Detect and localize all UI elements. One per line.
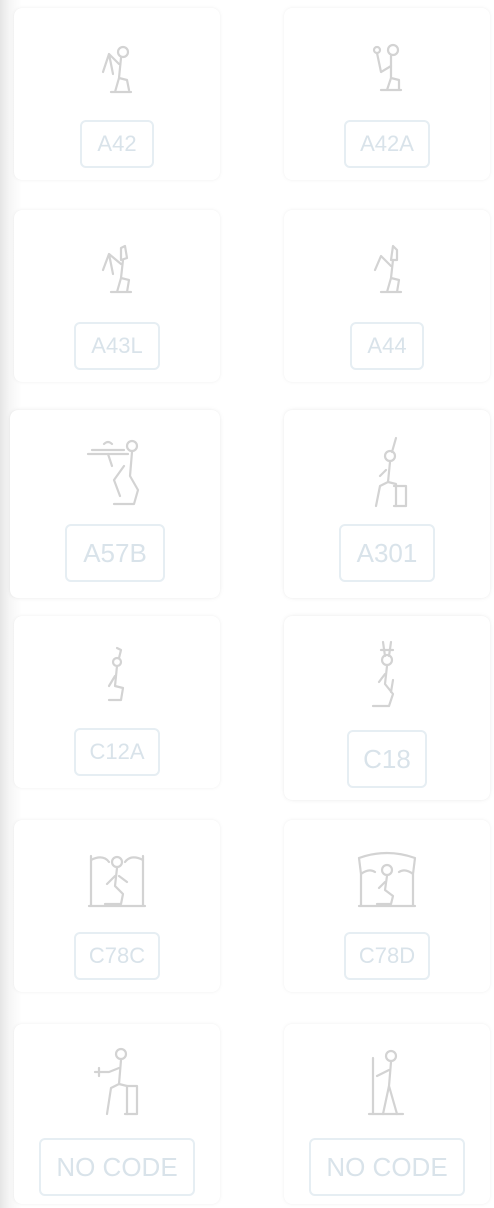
sign-card[interactable]: A44 (284, 210, 490, 382)
kneeling-deity-plumes-icon (371, 640, 395, 708)
sign-code-button[interactable]: A44 (350, 322, 424, 370)
sign-card[interactable]: C18 (284, 616, 490, 800)
sign-card[interactable]: A43L (14, 210, 220, 382)
seated-king-white-crown-icon (373, 244, 403, 294)
sign-code-button[interactable]: C78C (74, 932, 160, 980)
kneeling-offering-table-icon (86, 439, 140, 506)
sign-code-button[interactable]: A301 (339, 524, 435, 582)
seated-king-crown-left-icon (101, 244, 133, 294)
seated-man-flail-icon (101, 45, 133, 94)
sign-card[interactable]: NO CODE (14, 1024, 220, 1204)
sign-code-button[interactable]: NO CODE (309, 1138, 465, 1196)
seated-man-staff-icon (372, 43, 403, 92)
sign-card[interactable]: C78D (284, 820, 490, 992)
sign-code-button[interactable]: A43L (74, 322, 160, 370)
seated-on-throne-icon (374, 436, 408, 508)
sign-card[interactable]: A42 (14, 8, 220, 180)
sign-code-button[interactable]: A42 (80, 120, 154, 168)
sign-card[interactable]: C78C (14, 820, 220, 992)
seated-figure-holding-object-icon (93, 1047, 139, 1116)
sign-card[interactable]: A42A (284, 8, 490, 180)
sign-code-button[interactable]: A57B (65, 524, 165, 582)
sign-card[interactable]: C12A (14, 616, 220, 788)
sign-grid: A42 A42A A43L A44 A57B A301 C12A C18 C78… (0, 0, 494, 1208)
sign-code-button[interactable]: A42A (344, 120, 430, 168)
kneeling-god-between-poles-icon (87, 854, 147, 908)
sign-card[interactable]: A301 (284, 410, 490, 598)
sign-card[interactable]: NO CODE (284, 1024, 490, 1204)
sign-code-button[interactable]: NO CODE (39, 1138, 195, 1196)
sign-card[interactable]: A57B (10, 410, 220, 598)
kneeling-god-under-canopy-icon (357, 851, 417, 908)
sign-code-button[interactable]: C12A (74, 728, 160, 776)
small-seated-deity-icon (107, 646, 125, 702)
sign-code-button[interactable]: C78D (344, 932, 430, 980)
standing-figure-with-staff-icon (367, 1049, 405, 1116)
sign-code-button[interactable]: C18 (347, 730, 427, 788)
